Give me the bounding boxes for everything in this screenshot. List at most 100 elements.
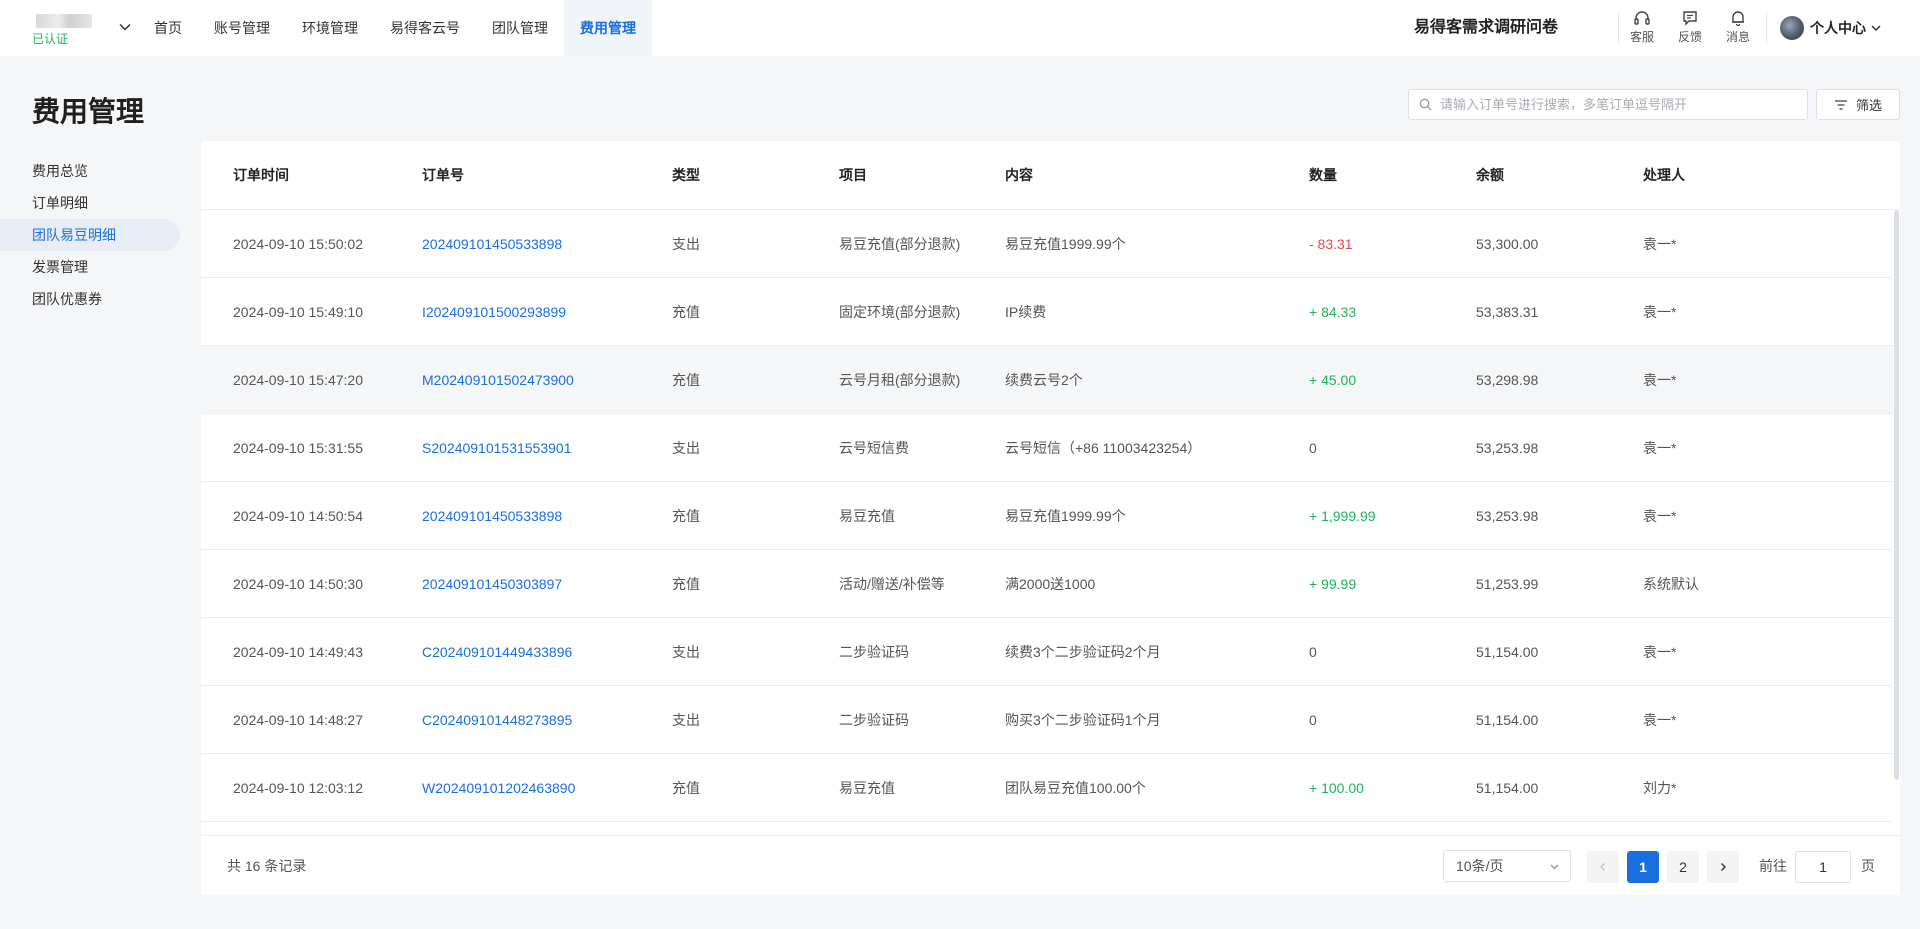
scrollbar-thumb[interactable] xyxy=(1894,210,1899,780)
table-row[interactable]: 2024-09-10 15:50:02 202409101450533898 支出 易… xyxy=(201,210,1893,278)
order-number-link[interactable]: 202409101450533898 xyxy=(422,210,562,278)
order-number-link[interactable]: M202409101502473900 xyxy=(422,346,574,414)
team-logo[interactable]: 已认证 xyxy=(30,12,100,46)
handler: 袁一* xyxy=(1643,236,1677,252)
chevron-down-icon xyxy=(1550,864,1559,870)
pagination-bar: 共 16 条记录 10条/页 1 2 前往 页 xyxy=(201,835,1900,895)
order-content: 团队易豆充值100.00个 xyxy=(1005,780,1146,796)
table-scrollbar[interactable] xyxy=(1893,210,1900,824)
filter-label: 筛选 xyxy=(1855,98,1882,113)
filter-icon xyxy=(1834,99,1847,110)
goto-prefix: 前往 xyxy=(1759,858,1787,874)
table-row[interactable]: 2024-09-10 12:03:12 W202409101202463890 充值… xyxy=(201,754,1893,822)
table-body[interactable]: 2024-09-10 15:50:02 202409101450533898 支出易… xyxy=(201,210,1893,895)
user-center-label: 个人中心 xyxy=(1810,20,1866,36)
order-number-link[interactable]: 202409101450533898 xyxy=(422,482,562,550)
page-title: 费用管理 xyxy=(32,96,145,127)
page-button-1[interactable]: 1 xyxy=(1627,851,1659,883)
balance: 53,298.98 xyxy=(1476,372,1539,388)
order-content: 云号短信（+86 11003423254） xyxy=(1005,440,1202,456)
nav-item-5[interactable]: 费用管理 xyxy=(564,0,652,56)
total-records: 共 16 条记录 xyxy=(227,858,307,874)
order-number-link[interactable]: C202409101448273895 xyxy=(422,686,572,754)
order-number-link[interactable]: C202409101449433896 xyxy=(422,618,572,686)
column-header: 项目 xyxy=(839,167,867,183)
user-center-menu[interactable]: 个人中心 xyxy=(1780,14,1882,42)
filter-button[interactable]: 筛选 xyxy=(1816,89,1900,120)
order-time: 2024-09-10 14:50:54 xyxy=(233,508,363,524)
column-header: 处理人 xyxy=(1643,167,1685,183)
page-size-value: 10条/页 xyxy=(1456,858,1504,874)
handler: 袁一* xyxy=(1643,372,1677,388)
order-type: 支出 xyxy=(672,440,700,456)
table-row[interactable]: 2024-09-10 14:48:27 C202409101448273895 支出… xyxy=(201,686,1893,754)
order-time: 2024-09-10 12:03:12 xyxy=(233,780,363,796)
next-page-button[interactable] xyxy=(1707,851,1739,883)
search-input[interactable] xyxy=(1440,97,1800,112)
order-time: 2024-09-10 15:49:10 xyxy=(233,304,363,320)
order-number-link[interactable]: 202409101450303897 xyxy=(422,550,562,618)
order-type: 充值 xyxy=(672,780,700,796)
order-number-link[interactable]: W202409101202463890 xyxy=(422,754,575,822)
column-header: 内容 xyxy=(1005,167,1033,183)
customer-service-button[interactable]: 客服 xyxy=(1622,10,1662,46)
quantity: + 100.00 xyxy=(1309,780,1364,796)
table-row[interactable]: 2024-09-10 14:49:43 C202409101449433896 支出… xyxy=(201,618,1893,686)
survey-link[interactable]: 易得客需求调研问卷 xyxy=(1414,0,1558,56)
order-type: 充值 xyxy=(672,576,700,592)
nav-item-1[interactable]: 账号管理 xyxy=(198,0,286,56)
chevron-right-icon xyxy=(1721,863,1726,871)
nav-item-4[interactable]: 团队管理 xyxy=(476,0,564,56)
table-row[interactable]: 2024-09-10 14:50:54 202409101450533898 充值 易… xyxy=(201,482,1893,550)
bell-icon xyxy=(1732,11,1744,26)
sidebar-item-4[interactable]: 团队优惠券 xyxy=(0,283,180,315)
balance: 53,383.31 xyxy=(1476,304,1539,320)
sidebar-item-0[interactable]: 费用总览 xyxy=(0,155,180,187)
table-row[interactable]: 2024-09-10 15:31:55 S202409101531553901 支出… xyxy=(201,414,1893,482)
table-row[interactable]: 2024-09-10 14:50:30 202409101450303897 充值 活… xyxy=(201,550,1893,618)
balance: 53,300.00 xyxy=(1476,236,1539,252)
handler: 袁一* xyxy=(1643,440,1677,456)
chevron-down-icon xyxy=(1871,25,1881,32)
divider xyxy=(1766,12,1767,44)
order-time: 2024-09-10 15:50:02 xyxy=(233,236,363,252)
chevron-down-icon[interactable] xyxy=(118,20,132,34)
order-type: 充值 xyxy=(672,304,700,320)
quantity: + 99.99 xyxy=(1309,576,1357,592)
verified-badge: 已认证 xyxy=(32,32,69,46)
nav-item-0[interactable]: 首页 xyxy=(138,0,198,56)
ledger-table-card: 订单时间 订单号 类型 项目 内容 数量 余额 处理人 2024-09-10 15:50:02… xyxy=(201,141,1900,895)
order-search[interactable] xyxy=(1408,89,1808,120)
sidebar-item-2[interactable]: 团队易豆明细 xyxy=(0,219,180,251)
handler: 袁一* xyxy=(1643,712,1677,728)
page-size-select[interactable]: 10条/页 xyxy=(1443,850,1571,882)
chevron-left-icon xyxy=(1600,863,1605,871)
order-item: 二步验证码 xyxy=(839,644,909,660)
order-type: 支出 xyxy=(672,644,700,660)
main-nav: 首页 账号管理 环境管理 易得客云号 团队管理 费用管理 xyxy=(138,0,652,56)
order-type: 支出 xyxy=(672,236,700,252)
quantity: - 83.31 xyxy=(1309,236,1353,252)
order-number-link[interactable]: S202409101531553901 xyxy=(422,414,572,482)
column-header: 订单号 xyxy=(422,167,464,183)
prev-page-button[interactable] xyxy=(1587,851,1619,883)
feedback-button[interactable]: 反馈 xyxy=(1670,10,1710,46)
tool-label: 客服 xyxy=(1629,30,1654,44)
sidebar-item-3[interactable]: 发票管理 xyxy=(0,251,180,283)
handler: 系统默认 xyxy=(1643,576,1699,592)
nav-item-2[interactable]: 环境管理 xyxy=(286,0,374,56)
page-button-2[interactable]: 2 xyxy=(1667,851,1699,883)
table-row[interactable]: 2024-09-10 15:47:20 M202409101502473900 充值… xyxy=(201,346,1893,414)
order-type: 充值 xyxy=(672,372,700,388)
goto-suffix: 页 xyxy=(1861,858,1875,874)
sidebar-item-1[interactable]: 订单明细 xyxy=(0,187,180,219)
goto-page-input[interactable] xyxy=(1795,851,1851,883)
table-row[interactable]: 2024-09-10 15:49:10 I202409101500293899 充值… xyxy=(201,278,1893,346)
messages-button[interactable]: 消息 xyxy=(1718,10,1758,46)
order-item: 易豆充值 xyxy=(839,780,895,796)
handler: 袁一* xyxy=(1643,304,1677,320)
order-time: 2024-09-10 15:31:55 xyxy=(233,440,363,456)
nav-item-3[interactable]: 易得客云号 xyxy=(374,0,476,56)
order-number-link[interactable]: I202409101500293899 xyxy=(422,278,566,346)
column-header: 数量 xyxy=(1309,167,1337,183)
